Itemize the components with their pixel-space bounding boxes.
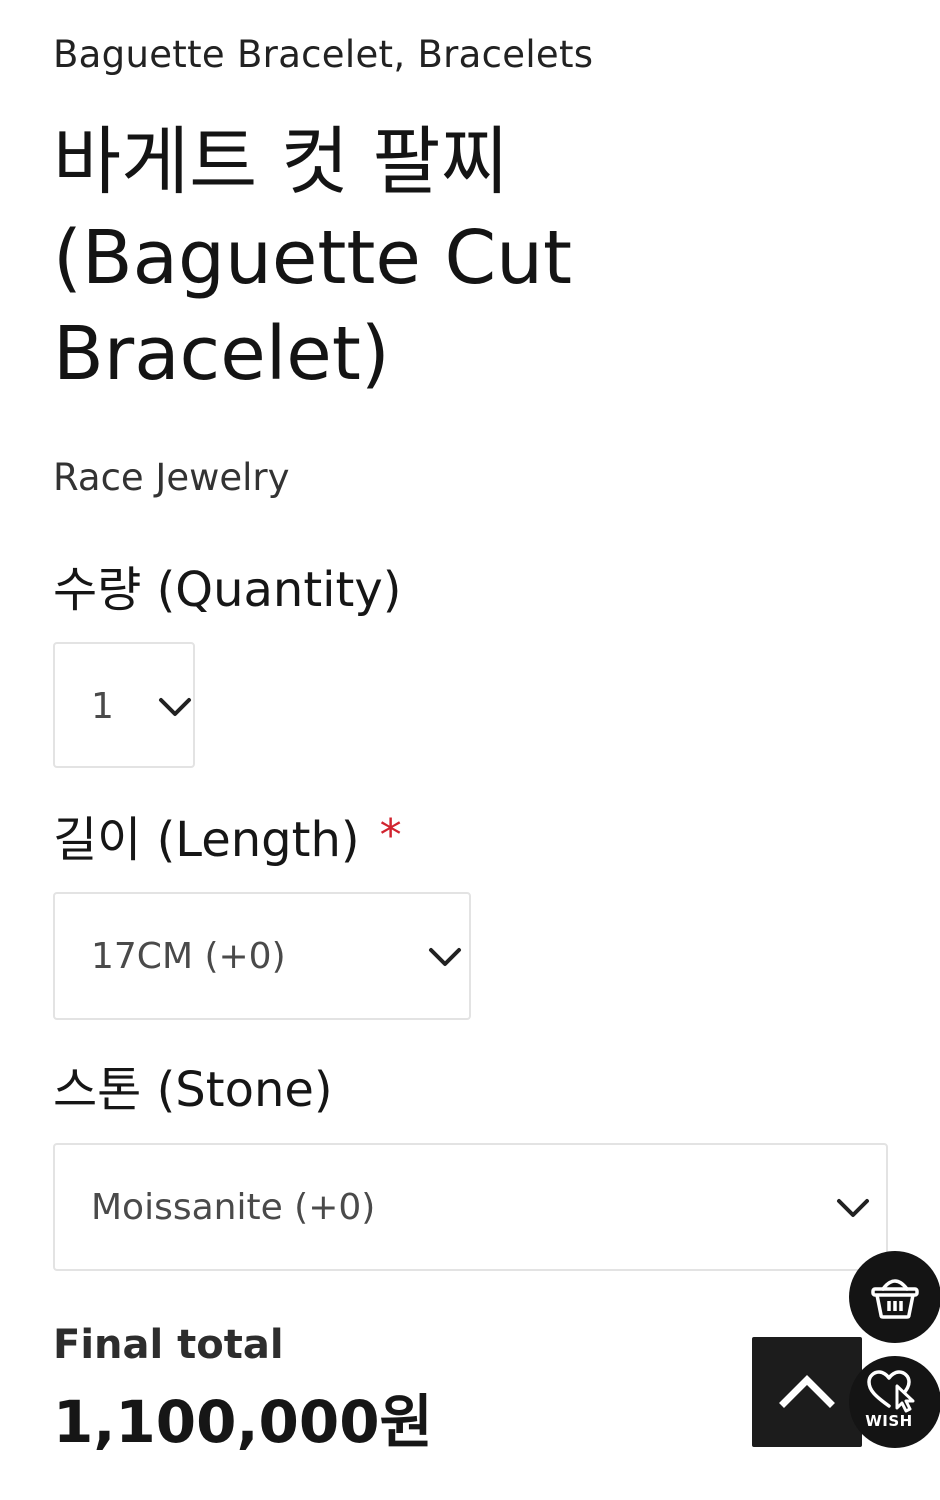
length-label-row: 길이 (Length) * (53, 810, 402, 872)
shopping-basket-icon (871, 1279, 919, 1319)
length-label: 길이 (Length) (53, 812, 360, 868)
chevron-up-icon (779, 1375, 835, 1408)
page-title-line-2: (Baguette Cut (53, 215, 573, 301)
breadcrumb[interactable]: Baguette Bracelet, Bracelets (53, 32, 593, 78)
length-select[interactable]: 17CM (+0) (53, 892, 471, 1020)
quantity-select-value: 1 (91, 686, 114, 727)
wish-button[interactable]: WISH (849, 1356, 940, 1448)
wish-label: WISH (865, 1412, 913, 1430)
page-title-line-3: Bracelet) (53, 311, 390, 397)
page-title: 바게트 컷 팔찌 (Baguette Cut Bracelet) (53, 114, 693, 402)
stone-label: 스톤 (Stone) (53, 1062, 333, 1118)
quantity-select[interactable]: 1 (53, 642, 195, 768)
final-total-price: 1,100,000원 (53, 1388, 433, 1456)
chevron-down-icon (429, 948, 461, 966)
final-total-label: Final total (53, 1322, 284, 1368)
length-select-value: 17CM (+0) (91, 936, 286, 977)
heart-cursor-icon (867, 1370, 915, 1413)
quantity-label: 수량 (Quantity) (53, 562, 402, 618)
required-asterisk: * (379, 810, 402, 861)
stone-select[interactable]: Moissanite (+0) (53, 1143, 888, 1271)
cart-button[interactable] (849, 1251, 940, 1343)
scroll-to-top-button[interactable] (752, 1337, 862, 1447)
chevron-down-icon (837, 1199, 869, 1217)
stone-select-value: Moissanite (+0) (91, 1187, 376, 1228)
brand-name[interactable]: Race Jewelry (53, 455, 290, 501)
chevron-down-icon (159, 698, 191, 716)
page-title-line-1: 바게트 컷 팔찌 (53, 119, 509, 205)
